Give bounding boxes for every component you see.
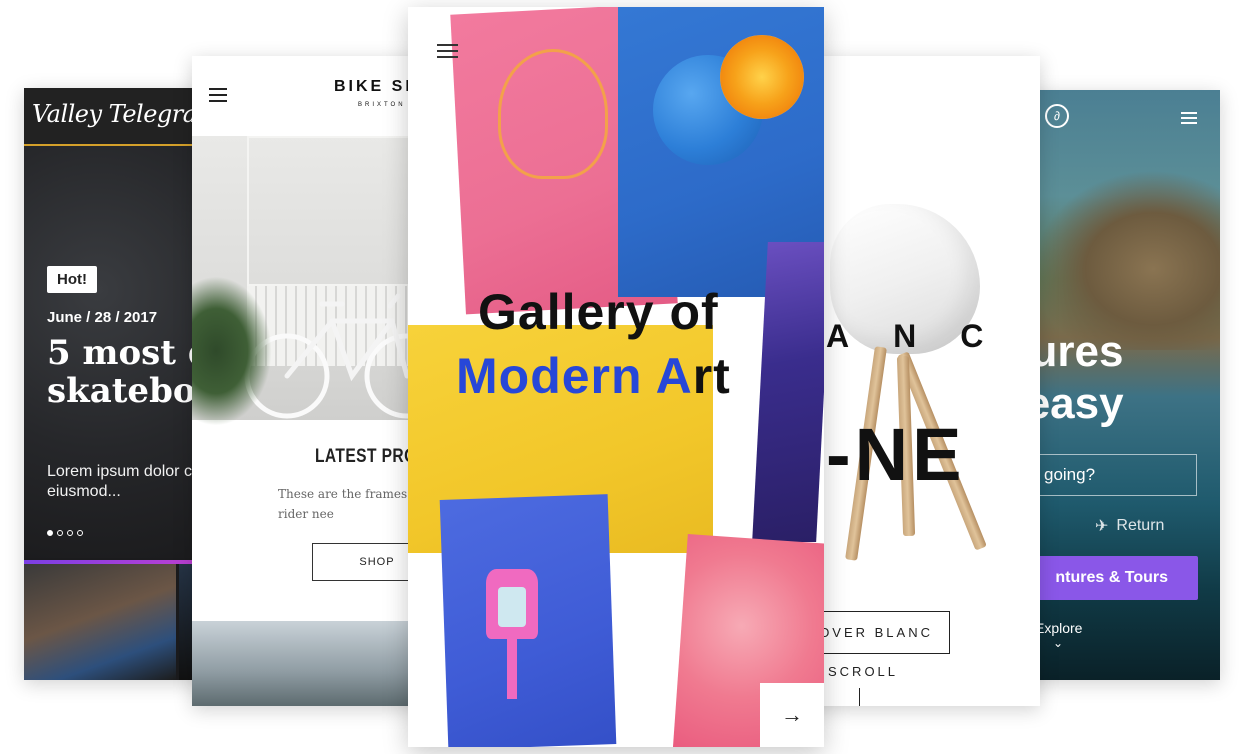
leaf-logo-icon[interactable]: ∂: [1045, 104, 1069, 128]
string-chair: [498, 49, 608, 179]
scroll-hint[interactable]: SCROLL: [828, 664, 898, 679]
slider-dot-4[interactable]: [77, 530, 83, 536]
hot-badge: Hot!: [47, 266, 97, 293]
slider-dot-2[interactable]: [57, 530, 63, 536]
adventures-tours-button[interactable]: ntures & Tours: [1013, 556, 1198, 600]
chair-preview-card[interactable]: ANC -NE OVER BLANC SCROLL: [796, 56, 1040, 706]
landscape-photo: [192, 621, 425, 706]
hamburger-icon[interactable]: [209, 88, 227, 106]
scroll-line: [859, 688, 860, 706]
title-blue-part: Modern A: [456, 348, 693, 404]
slider-dots: [47, 530, 83, 536]
post-excerpt: Lorem ipsum dolor consectetur adipisic e…: [47, 463, 209, 500]
destination-search-input[interactable]: going?: [1013, 454, 1197, 496]
hero-letters: ANC: [826, 318, 1028, 354]
orange-slice: [720, 35, 804, 119]
post-title[interactable]: 5 most d skatebo tricks: [47, 334, 209, 410]
slider-dot-3[interactable]: [67, 530, 73, 536]
coastline-rock: [1033, 170, 1220, 350]
telegraph-logo[interactable]: Valley Telegraph: [32, 100, 209, 128]
gallery-title-line-1: Gallery of: [478, 284, 719, 340]
explore-link[interactable]: Explore: [1035, 620, 1082, 636]
chevron-down-icon[interactable]: ⌄: [1053, 636, 1063, 650]
hamburger-icon[interactable]: [437, 44, 458, 62]
slider-dot-1[interactable]: [47, 530, 53, 536]
lamp-pole: [507, 639, 517, 699]
hero-word: -NE: [826, 413, 966, 496]
plane-landing-icon: ✈: [1095, 518, 1109, 535]
telegraph-preview-card[interactable]: Valley Telegraph Hot! June / 28 / 2017 5…: [24, 88, 209, 680]
adventure-preview-card[interactable]: ∂ ntures e easy going? e ✈ Return ntures…: [1013, 90, 1220, 680]
title-dark-part: rt: [692, 348, 731, 404]
lamp-head: [486, 569, 538, 639]
gallery-preview-card[interactable]: Gallery of Modern Art →: [408, 7, 824, 747]
bikeshop-subbrand: BRIXTON: [358, 102, 406, 108]
return-label: Return: [1116, 517, 1165, 534]
bikeshop-preview-card[interactable]: BIKE SH BRIXTON LATEST PRODU These are t…: [192, 56, 425, 706]
arrow-right-icon[interactable]: →: [760, 683, 824, 747]
tab-return[interactable]: ✈ Return: [1095, 516, 1164, 536]
bicycle-photo: [192, 136, 425, 426]
post-date: June / 28 / 2017: [47, 309, 158, 326]
telegraph-header: Valley Telegraph: [24, 88, 209, 146]
gallery-title-line-2: Modern Art: [456, 347, 731, 405]
products-description: These are the frames and every rider nee: [278, 487, 425, 521]
tattoo-thumbnail[interactable]: [24, 564, 176, 680]
pink-lamp: [486, 569, 538, 699]
hamburger-icon[interactable]: [1181, 112, 1197, 127]
plant-leaf: [192, 276, 272, 426]
lamp-glass: [498, 587, 526, 627]
